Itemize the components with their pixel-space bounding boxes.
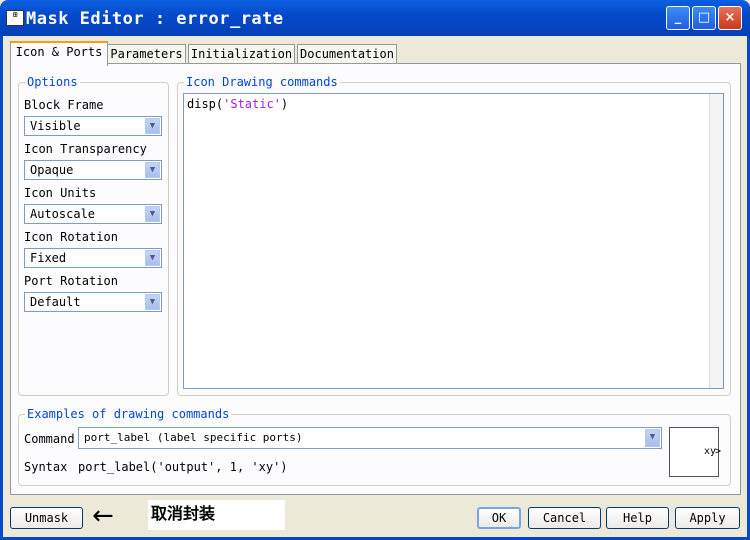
window-title: Mask Editor : error_rate [26,9,284,29]
examples-group: Examples of drawing commands [18,407,731,486]
icon-rotation-select[interactable]: Fixed ▼ [24,248,162,268]
syntax-value: port_label('output', 1, 'xy') [78,460,288,474]
icon-transparency-value: Opaque [30,163,74,177]
tab-initialization[interactable]: Initialization [188,44,295,64]
left-arrow-icon: ← [92,501,114,531]
cancel-button[interactable]: Cancel [528,507,601,529]
tab-parameters[interactable]: Parameters [107,44,186,64]
editor-scrollbar[interactable] [709,94,723,388]
drawing-commands-editor[interactable]: disp('Static') [183,93,724,389]
chevron-down-icon[interactable]: ▼ [645,429,660,447]
code-string: 'Static' [223,97,281,111]
unmask-button[interactable]: Unmask [10,507,83,529]
chevron-down-icon[interactable]: ▼ [145,118,160,134]
maximize-button[interactable]: □ [692,6,716,30]
block-frame-label: Block Frame [24,98,104,112]
icon-units-select[interactable]: Autoscale ▼ [24,204,162,224]
ok-button[interactable]: OK [477,507,521,529]
drawing-commands-label: Icon Drawing commands [184,75,340,89]
port-triangle-icon: > [714,446,721,457]
code-prefix: disp( [187,97,224,111]
port-rotation-select[interactable]: Default ▼ [24,292,162,312]
icon-preview: xy > [669,427,721,477]
icon-rotation-label: Icon Rotation [24,230,118,244]
icon-units-label: Icon Units [24,186,97,200]
apply-button[interactable]: Apply [675,507,740,529]
port-rotation-value: Default [30,295,81,309]
help-button[interactable]: Help [606,507,669,529]
examples-group-label: Examples of drawing commands [25,407,232,421]
tab-icon-ports[interactable]: Icon & Ports [10,41,108,66]
icon-transparency-select[interactable]: Opaque ▼ [24,160,162,180]
command-label: Command [24,432,75,446]
code-suffix: ) [280,97,289,111]
chevron-down-icon[interactable]: ▼ [145,206,160,222]
block-frame-select[interactable]: Visible ▼ [24,116,162,136]
chevron-down-icon[interactable]: ▼ [145,294,160,310]
chevron-down-icon[interactable]: ▼ [145,162,160,178]
app-icon: ⊞ [6,10,24,26]
chevron-down-icon[interactable]: ▼ [145,250,160,266]
code-line: disp('Static') [187,97,288,111]
title-bar: ⊞ Mask Editor : error_rate _ □ × [0,0,750,36]
options-group-label: Options [25,75,80,89]
command-value: port_label (label specific ports) [84,431,303,444]
port-rotation-label: Port Rotation [24,274,118,288]
tab-documentation[interactable]: Documentation [297,44,397,64]
icon-transparency-label: Icon Transparency [24,142,147,156]
minimize-button[interactable]: _ [666,6,690,30]
close-button[interactable]: × [718,6,742,30]
annotation-text: 取消封装 [151,504,216,523]
icon-units-value: Autoscale [30,207,96,221]
syntax-label: Syntax [24,460,68,474]
icon-rotation-value: Fixed [30,251,67,265]
command-select[interactable]: port_label (label specific ports) ▼ [78,427,662,449]
block-frame-value: Visible [30,119,81,133]
